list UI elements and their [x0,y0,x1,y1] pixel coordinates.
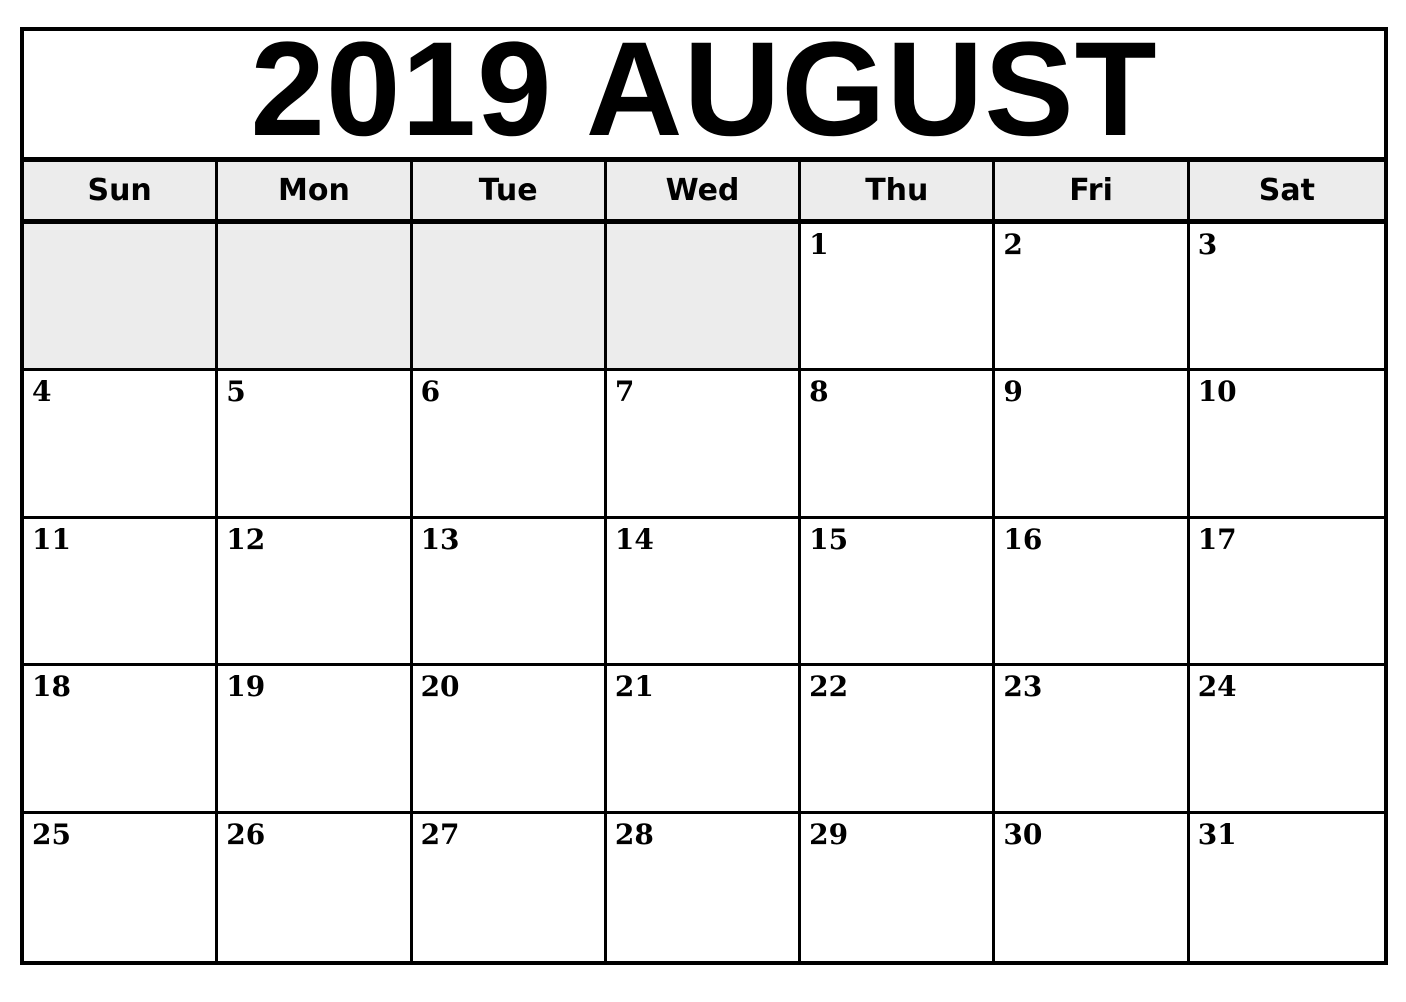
day-number: 14 [614,522,654,556]
day-number: 26 [226,817,266,851]
empty-day-cell [24,224,219,372]
day-number: 6 [420,375,441,409]
day-cell[interactable]: 26 [218,813,413,961]
day-cell[interactable]: 11 [24,518,219,667]
day-number: 3 [1197,228,1218,261]
day-number: 15 [809,522,849,556]
day-number: 31 [1197,817,1237,851]
day-cell[interactable]: 5 [218,371,413,519]
day-number: 28 [614,817,654,851]
weekday-fri: Fri [995,162,1190,219]
day-cell[interactable]: 31 [1189,813,1384,961]
weekday-sat: Sat [1258,173,1315,208]
calendar-title: 2019 AUGUST [24,23,1384,162]
day-number: 19 [226,670,266,704]
day-cell[interactable]: 18 [24,666,219,814]
day-number: 5 [226,375,246,409]
day-cell[interactable]: 14 [606,518,802,667]
day-cell[interactable]: 29 [801,813,996,961]
day-number: 10 [1197,375,1237,409]
day-number: 2 [1003,228,1023,261]
day-cell[interactable]: 30 [995,813,1190,961]
day-cell[interactable]: 23 [995,666,1190,814]
day-number: 13 [420,522,460,556]
empty-day-cell [606,224,802,372]
day-cell[interactable]: 24 [1189,666,1384,814]
day-cell[interactable]: 6 [412,371,607,519]
day-number: 1 [809,228,829,261]
weekday-header-row: Sun Mon Tue Wed Thu Fri Sat [24,162,1384,224]
day-cell[interactable]: 17 [1189,518,1384,667]
day-number: 18 [32,670,71,704]
calendar: 2019 AUGUST Sun Mon Tue Wed Thu Fri Sat … [20,23,1388,965]
day-number: 21 [614,670,654,704]
day-cell[interactable]: 3 [1189,224,1384,372]
day-number: 4 [32,375,52,409]
day-cell[interactable]: 2 [995,224,1190,372]
day-grid: 1 2 3 4 5 6 7 8 9 10 11 12 13 14 15 16 17 18 19 20 21 22 23 24 2… [24,224,1384,961]
day-cell[interactable]: 27 [412,813,607,961]
day-cell[interactable]: 10 [1189,371,1384,519]
weekday-thu: Thu [801,162,996,219]
empty-day-cell [218,224,413,372]
day-number: 20 [420,670,460,704]
day-cell[interactable]: 16 [995,518,1190,667]
day-cell[interactable]: 19 [218,666,413,814]
day-cell[interactable]: 22 [801,666,996,814]
day-cell[interactable]: 13 [412,518,607,667]
day-number: 17 [1197,522,1237,556]
day-number: 11 [32,522,71,556]
day-cell[interactable]: 9 [995,371,1190,519]
day-cell[interactable]: 20 [412,666,607,814]
day-number: 25 [32,817,71,851]
day-cell[interactable]: 25 [24,813,219,961]
day-number: 7 [614,375,635,409]
month-year-heading: 2019 AUGUST [250,15,1158,164]
day-number: 8 [809,375,829,409]
weekday-sun: Sun [24,162,219,219]
day-number: 9 [1003,375,1023,409]
weekday-mon: Mon [218,162,413,219]
day-number: 12 [226,522,266,556]
day-cell[interactable]: 7 [606,371,802,519]
weekday-tue: Tue [413,162,607,219]
day-cell[interactable]: 4 [24,371,219,519]
day-number: 24 [1197,670,1237,704]
day-cell[interactable]: 8 [801,371,996,519]
day-number: 27 [420,817,460,851]
day-cell[interactable]: 15 [801,518,996,667]
weekday-wed: Wed [607,162,802,219]
day-number: 16 [1003,522,1043,556]
day-number: 29 [809,817,849,851]
day-number: 22 [809,670,849,704]
day-cell[interactable]: 1 [801,224,996,372]
day-cell[interactable]: 12 [218,518,413,667]
day-number: 30 [1003,817,1043,851]
day-cell[interactable]: 28 [606,813,802,961]
day-number: 23 [1003,670,1043,704]
day-cell[interactable]: 21 [606,666,802,814]
empty-day-cell [412,224,607,372]
